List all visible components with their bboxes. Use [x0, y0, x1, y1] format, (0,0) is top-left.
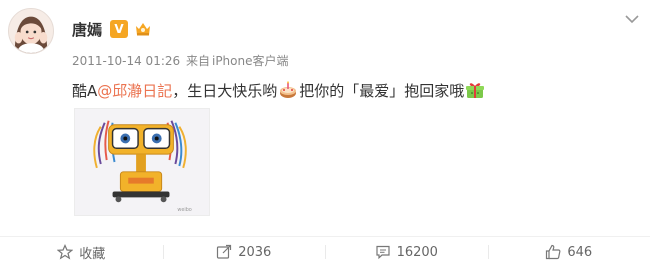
- repost-button[interactable]: 2036: [162, 237, 326, 267]
- repost-count: 2036: [238, 244, 272, 260]
- gift-emoji-icon: [465, 80, 485, 100]
- comment-icon: [375, 244, 391, 260]
- action-bar: 收藏 2036 16200 646: [0, 236, 650, 267]
- text-after: 把你的「最爱」抱回家哦: [299, 81, 465, 100]
- like-count: 646: [567, 244, 593, 260]
- post-meta: 2011-10-14 01:26 来自 iPhone客户端: [72, 52, 291, 69]
- post-text: 酷A @邱瀞日記 ，生日大快乐哟 把你的「最爱」抱回家哦: [72, 78, 486, 102]
- comment-count: 16200: [396, 244, 438, 260]
- source-prefix: 来自: [185, 54, 210, 68]
- author-row: 唐嫣 V: [72, 18, 153, 40]
- favorite-label: 收藏: [79, 246, 106, 262]
- avatar[interactable]: [8, 8, 54, 54]
- post-source[interactable]: iPhone客户端: [212, 54, 289, 68]
- cake-emoji-icon: [278, 80, 298, 100]
- thumbs-up-icon: [545, 244, 561, 260]
- repost-icon: [216, 244, 232, 260]
- like-button[interactable]: 646: [487, 237, 650, 267]
- text-before: 酷A: [72, 81, 98, 100]
- mention-link[interactable]: @邱瀞日記: [97, 80, 172, 101]
- avatar-image: [9, 9, 53, 53]
- svg-text:weibo: weibo: [177, 207, 191, 213]
- weibo-post: 唐嫣 V 2011-10-14 01:26 来自 iPhone客户端 酷A @邱瀞…: [0, 0, 650, 267]
- post-image-thumbnail[interactable]: weibo: [74, 108, 210, 216]
- comment-button[interactable]: 16200: [325, 237, 488, 267]
- favorite-button[interactable]: 收藏: [0, 237, 163, 267]
- chevron-down-icon[interactable]: [624, 12, 640, 26]
- author-name[interactable]: 唐嫣: [72, 19, 102, 40]
- text-middle: ，生日大快乐哟: [172, 81, 278, 100]
- verified-badge-icon[interactable]: V: [110, 20, 129, 38]
- member-crown-icon[interactable]: [133, 20, 153, 38]
- star-icon: [57, 244, 74, 260]
- robot-toy-image: weibo: [75, 109, 209, 215]
- post-timestamp[interactable]: 2011-10-14 01:26: [72, 54, 180, 68]
